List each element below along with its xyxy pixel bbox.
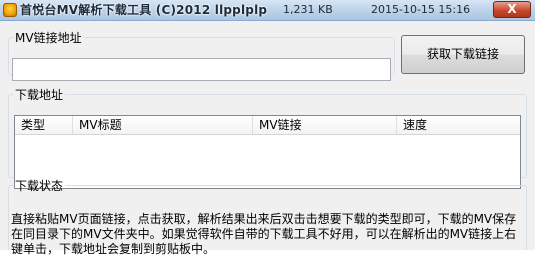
download-status-legend: 下载状态 <box>15 179 64 193</box>
status-line: 在同目录下的MV文件夹中。如果觉得软件自带的下载工具不好用，可以在解析出的MV链… <box>11 227 517 241</box>
column-header-mv-title[interactable]: MV标题 <box>73 116 253 134</box>
column-header-speed[interactable]: 速度 <box>397 116 520 134</box>
close-button[interactable]: X <box>493 1 531 18</box>
download-address-group: 下载地址 类型 MV标题 MV链接 速度 <box>8 86 527 189</box>
status-text: 直接粘贴MV页面链接，点击获取，解析结果出来后双击击想要下载的类型即可，下载的M… <box>11 212 523 257</box>
file-size-label: 1,231 KB <box>283 3 333 16</box>
mv-url-legend: MV链接地址 <box>15 31 82 45</box>
window-title: 首悦台MV解析下载工具 (C)2012 llpplplp <box>20 3 268 17</box>
mv-url-input[interactable] <box>12 58 391 81</box>
mv-url-group: MV链接地址 <box>8 29 395 81</box>
title-bar: 首悦台MV解析下载工具 (C)2012 llpplplp 1,231 KB 20… <box>0 0 535 21</box>
datetime-label: 2015-10-15 15:16 <box>371 3 471 16</box>
status-line: 直接粘贴MV页面链接，点击获取，解析结果出来后双击击想要下载的类型即可，下载的M… <box>11 212 517 226</box>
column-header-mv-link[interactable]: MV链接 <box>253 116 397 134</box>
download-status-group: 下载状态 直接粘贴MV页面链接，点击获取，解析结果出来后双击击想要下载的类型即可… <box>8 177 527 256</box>
list-header: 类型 MV标题 MV链接 速度 <box>15 116 520 135</box>
client-area: MV链接地址 获取下载链接 下载地址 类型 MV标题 MV链接 速度 下载状态 … <box>0 21 535 256</box>
column-header-type[interactable]: 类型 <box>15 116 73 134</box>
download-address-legend: 下载地址 <box>15 88 64 102</box>
app-icon <box>3 3 17 17</box>
fetch-download-link-button[interactable]: 获取下载链接 <box>401 35 525 74</box>
close-icon: X <box>507 2 517 16</box>
